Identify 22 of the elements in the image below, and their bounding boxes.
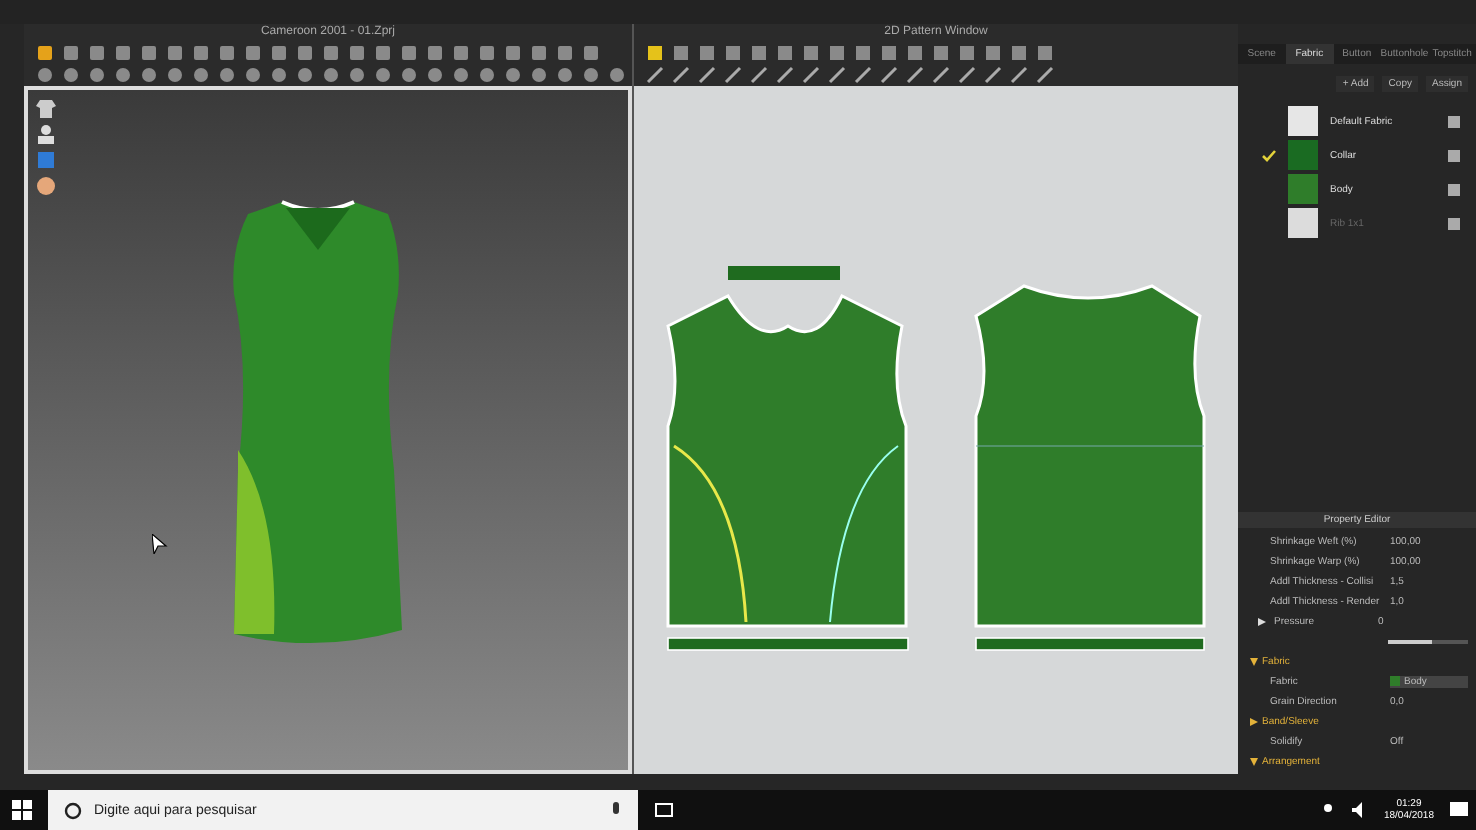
skin-figure-icon[interactable]	[36, 176, 56, 196]
search-icon	[64, 801, 82, 819]
people-icon[interactable]	[1319, 802, 1336, 818]
save-icon[interactable]	[1448, 115, 1460, 127]
expand-arrow-icon[interactable]	[1258, 617, 1266, 625]
fabric-swatch[interactable]	[1288, 106, 1318, 136]
save-icon[interactable]	[1448, 183, 1460, 195]
save-icon[interactable]	[1448, 217, 1460, 229]
avatar-icon[interactable]	[36, 124, 56, 144]
fabric-swatch[interactable]	[1288, 174, 1318, 204]
speaker-icon[interactable]	[1351, 802, 1368, 818]
expand-arrow-icon[interactable]	[1250, 657, 1258, 665]
microphone-icon[interactable]	[610, 801, 622, 819]
shirt-icon[interactable]	[36, 98, 56, 118]
save-icon[interactable]	[1448, 149, 1460, 161]
notification-icon[interactable]	[1450, 802, 1468, 818]
windows-logo-icon[interactable]	[12, 800, 32, 820]
expand-arrow-icon[interactable]	[1250, 717, 1258, 725]
cursor-icon	[152, 534, 168, 554]
fabric-swatch[interactable]	[1288, 140, 1318, 170]
task-view-icon[interactable]	[654, 802, 674, 818]
expand-arrow-icon[interactable]	[1250, 757, 1258, 765]
